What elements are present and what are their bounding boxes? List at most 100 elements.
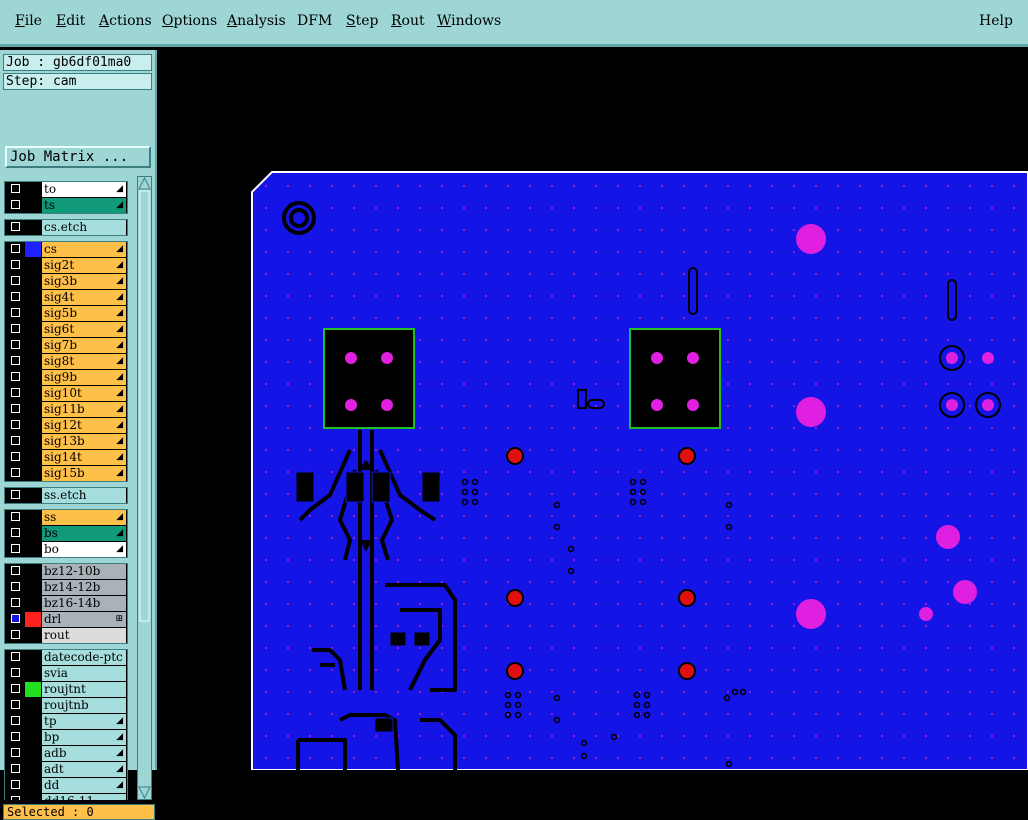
layer-color-swatch[interactable] <box>25 338 41 353</box>
layer-row-sig6t[interactable]: sig6t ◢ <box>5 322 127 337</box>
layer-row-sig8t[interactable]: sig8t ◢ <box>5 354 127 369</box>
layer-row-sig14t[interactable]: sig14t ◢ <box>5 450 127 465</box>
layer-name[interactable]: bz12-10b <box>42 564 126 579</box>
layer-name[interactable]: sig12t ◢ <box>42 418 126 433</box>
menu-file[interactable]: File <box>15 13 42 29</box>
layer-name[interactable]: tp ◢ <box>42 714 126 729</box>
layer-color-swatch[interactable] <box>25 466 41 481</box>
layer-row-sig12t[interactable]: sig12t ◢ <box>5 418 127 433</box>
layer-display-checkbox[interactable] <box>11 630 20 639</box>
layer-color-swatch[interactable] <box>25 730 41 745</box>
layer-display-checkbox[interactable] <box>11 260 20 269</box>
layer-color-swatch[interactable] <box>25 612 41 627</box>
layer-name[interactable]: sig6t ◢ <box>42 322 126 337</box>
layer-display-checkbox[interactable] <box>11 372 20 381</box>
layer-name[interactable]: sig10t ◢ <box>42 386 126 401</box>
layer-name[interactable]: roujtnt <box>42 682 126 697</box>
layer-display-checkbox[interactable] <box>11 780 20 789</box>
layer-color-swatch[interactable] <box>25 370 41 385</box>
layer-row-rout[interactable]: rout <box>5 628 127 643</box>
layer-color-swatch[interactable] <box>25 794 41 800</box>
layer-name[interactable]: sig13b ◢ <box>42 434 126 449</box>
layer-display-checkbox[interactable] <box>11 340 20 349</box>
layer-name[interactable]: sig9b ◢ <box>42 370 126 385</box>
layer-color-swatch[interactable] <box>25 580 41 595</box>
layer-color-swatch[interactable] <box>25 306 41 321</box>
layer-row-dd16-11[interactable]: dd16-11 <box>5 794 127 800</box>
layer-name[interactable]: sig11b ◢ <box>42 402 126 417</box>
layer-color-swatch[interactable] <box>25 198 41 213</box>
layer-display-checkbox[interactable] <box>11 420 20 429</box>
layer-row-sig10t[interactable]: sig10t ◢ <box>5 386 127 401</box>
layer-row-sig3b[interactable]: sig3b ◢ <box>5 274 127 289</box>
layer-row-datecode-ptc[interactable]: datecode-ptc <box>5 650 127 665</box>
layer-display-checkbox[interactable] <box>11 244 20 253</box>
layer-row-drl[interactable]: drl ⊞ <box>5 612 127 627</box>
layer-color-swatch[interactable] <box>25 698 41 713</box>
layer-display-checkbox[interactable] <box>11 544 20 553</box>
layer-display-checkbox[interactable] <box>11 452 20 461</box>
layer-display-checkbox[interactable] <box>11 184 20 193</box>
graphics-canvas[interactable] <box>157 50 1028 770</box>
scroll-down-arrow-icon[interactable] <box>138 786 151 799</box>
menu-actions[interactable]: Actions <box>99 13 152 29</box>
layer-display-checkbox[interactable] <box>11 200 20 209</box>
layer-name[interactable]: adb ◢ <box>42 746 126 761</box>
layer-row-adb[interactable]: adb ◢ <box>5 746 127 761</box>
layer-color-swatch[interactable] <box>25 510 41 525</box>
scrollbar-thumb[interactable] <box>139 190 150 622</box>
layer-name[interactable]: dd16-11 <box>42 794 126 800</box>
layer-display-checkbox[interactable] <box>11 748 20 757</box>
layer-color-swatch[interactable] <box>25 274 41 289</box>
layer-display-checkbox[interactable] <box>11 566 20 575</box>
layer-row-bp[interactable]: bp ◢ <box>5 730 127 745</box>
layer-display-checkbox[interactable] <box>11 684 20 693</box>
layer-row-bz16-14b[interactable]: bz16-14b <box>5 596 127 611</box>
layer-display-checkbox[interactable] <box>11 388 20 397</box>
layer-row-roujtnb[interactable]: roujtnb <box>5 698 127 713</box>
layer-row-cs[interactable]: cs ◢ <box>5 242 127 257</box>
scroll-up-arrow-icon[interactable] <box>138 177 151 190</box>
layer-display-checkbox[interactable] <box>11 222 20 231</box>
layer-row-to[interactable]: to ◢ <box>5 182 127 197</box>
layer-display-checkbox[interactable] <box>11 582 20 591</box>
layer-display-checkbox[interactable] <box>11 598 20 607</box>
menu-options[interactable]: Options <box>162 13 217 29</box>
layer-display-checkbox[interactable] <box>11 356 20 365</box>
menu-rout[interactable]: Rout <box>391 13 425 29</box>
layer-display-checkbox[interactable] <box>11 796 20 800</box>
layer-row-cs.etch[interactable]: cs.etch <box>5 220 127 235</box>
layer-name[interactable]: cs ◢ <box>42 242 126 257</box>
layer-row-roujtnt[interactable]: roujtnt <box>5 682 127 697</box>
layer-color-swatch[interactable] <box>25 220 41 235</box>
layer-row-ss[interactable]: ss ◢ <box>5 510 127 525</box>
layer-name[interactable]: bp ◢ <box>42 730 126 745</box>
layer-display-checkbox[interactable] <box>11 700 20 709</box>
layer-display-checkbox[interactable] <box>11 324 20 333</box>
layer-color-swatch[interactable] <box>25 778 41 793</box>
layer-row-sig4t[interactable]: sig4t ◢ <box>5 290 127 305</box>
layer-name[interactable]: datecode-ptc <box>42 650 126 665</box>
layer-row-tp[interactable]: tp ◢ <box>5 714 127 729</box>
layer-name[interactable]: sig8t ◢ <box>42 354 126 369</box>
layer-name[interactable]: bo ◢ <box>42 542 126 557</box>
layer-color-swatch[interactable] <box>25 182 41 197</box>
layer-color-swatch[interactable] <box>25 258 41 273</box>
layer-display-checkbox[interactable] <box>11 490 20 499</box>
layer-name[interactable]: sig5b ◢ <box>42 306 126 321</box>
menu-analysis[interactable]: Analysis <box>227 13 286 29</box>
layer-color-swatch[interactable] <box>25 242 41 257</box>
layer-row-bz14-12b[interactable]: bz14-12b <box>5 580 127 595</box>
layer-color-swatch[interactable] <box>25 746 41 761</box>
layer-display-checkbox[interactable] <box>11 292 20 301</box>
layer-color-swatch[interactable] <box>25 402 41 417</box>
layer-name[interactable]: svia <box>42 666 126 681</box>
layer-name[interactable]: bz16-14b <box>42 596 126 611</box>
layer-display-checkbox[interactable] <box>11 404 20 413</box>
layer-display-checkbox[interactable] <box>11 276 20 285</box>
layer-color-swatch[interactable] <box>25 488 41 503</box>
layer-color-swatch[interactable] <box>25 526 41 541</box>
layer-row-bs[interactable]: bs ◢ <box>5 526 127 541</box>
menu-step[interactable]: Step <box>346 13 378 29</box>
layer-list-scrollbar[interactable] <box>137 176 152 800</box>
